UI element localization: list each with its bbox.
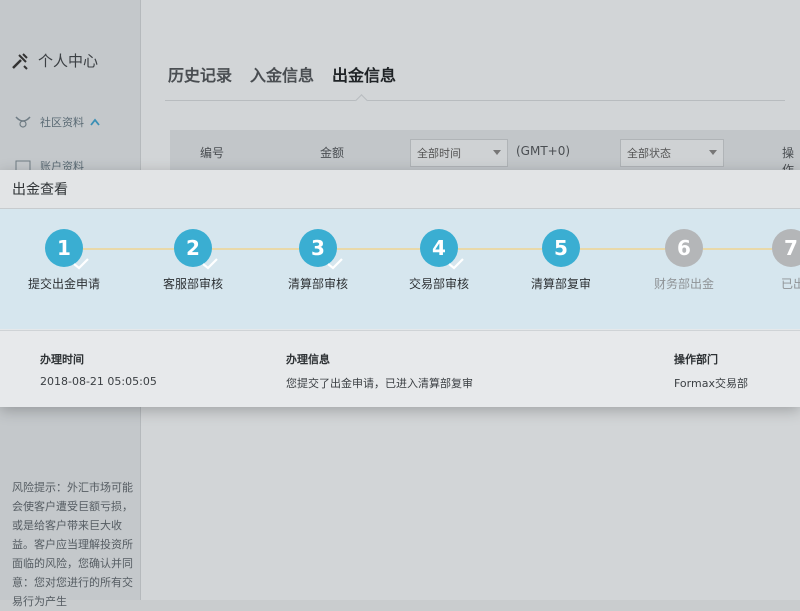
tools-icon <box>12 52 28 70</box>
process-department: 操作部门 Formax交易部 <box>674 351 748 391</box>
tab-history[interactable]: 历史记录 <box>168 62 232 86</box>
sidebar-item-label: 社区资料 <box>40 116 84 129</box>
check-icon <box>327 258 343 270</box>
process-time-value: 2018-08-21 05:05:05 <box>40 375 157 388</box>
step-number: 5 <box>554 236 568 260</box>
modal-title: 出金查看 <box>12 182 68 198</box>
step-label: 清算部复审 <box>530 277 591 291</box>
step-number: 1 <box>57 236 71 260</box>
tab-bar: 历史记录 入金信息 出金信息 <box>168 62 396 86</box>
caret-down-icon <box>709 150 717 155</box>
check-icon <box>73 258 89 270</box>
step-2: 2 客服部审核 <box>138 229 248 292</box>
timezone-label: (GMT+0) <box>516 144 571 158</box>
check-icon <box>448 258 464 270</box>
process-message-header: 办理信息 <box>286 353 330 366</box>
process-time: 办理时间 2018-08-21 05:05:05 <box>40 351 157 388</box>
tab-withdrawal[interactable]: 出金信息 <box>332 62 396 86</box>
table-header: 编号 金额 全部时间 (GMT+0) 全部状态 操作 <box>170 130 800 177</box>
step-label: 提交出金申请 <box>27 277 100 291</box>
step-number: 3 <box>311 236 325 260</box>
column-id: 编号 <box>200 146 225 160</box>
step-4: 4 交易部审核 <box>384 229 494 292</box>
process-department-header: 操作部门 <box>674 353 718 366</box>
step-number: 6 <box>677 236 691 260</box>
check-icon <box>202 258 218 270</box>
time-filter-value: 全部时间 <box>417 147 461 160</box>
step-number: 4 <box>432 236 446 260</box>
sidebar-title[interactable]: 个人中心 <box>10 50 98 71</box>
process-message: 办理信息 您提交了出金申请，已进入清算部复审 <box>286 351 473 391</box>
process-info: 办理时间 2018-08-21 05:05:05 办理信息 您提交了出金申请，已… <box>0 330 800 407</box>
step-1: 1 提交出金申请 <box>9 229 119 292</box>
tab-divider <box>165 100 785 101</box>
step-circle: 1 <box>45 229 89 270</box>
community-icon <box>15 116 31 128</box>
step-5: 5 清算部复审 <box>506 229 616 292</box>
chevron-up-icon <box>90 118 100 126</box>
tab-deposit[interactable]: 入金信息 <box>250 62 314 86</box>
withdrawal-detail-modal: 出金查看 1 提交出金申请 2 客服部审核 3 清算部审核 4 交易部审核 5 … <box>0 170 800 407</box>
process-message-value: 您提交了出金申请，已进入清算部复审 <box>286 377 473 390</box>
step-label: 清算部审核 <box>287 277 348 291</box>
step-3: 3 清算部审核 <box>263 229 373 292</box>
step-label: 已出金 <box>781 277 800 291</box>
step-number: 2 <box>186 236 200 260</box>
modal-header: 出金查看 <box>0 170 800 209</box>
sidebar-item-community[interactable]: 社区资料 <box>14 114 100 130</box>
sidebar-title-label: 个人中心 <box>38 52 99 70</box>
status-filter-value: 全部状态 <box>627 147 671 160</box>
process-department-value: Formax交易部 <box>674 377 748 390</box>
step-label: 客服部审核 <box>162 277 223 291</box>
column-amount: 金额 <box>320 146 345 160</box>
caret-down-icon <box>493 150 501 155</box>
time-filter-select[interactable]: 全部时间 <box>410 139 508 167</box>
step-number: 7 <box>784 236 798 260</box>
step-7: 7 已出金 <box>745 229 800 292</box>
step-label: 财务部出金 <box>653 277 714 291</box>
step-label: 交易部审核 <box>408 277 469 291</box>
step-6: 6 财务部出金 <box>629 229 739 292</box>
step-circle: 2 <box>174 229 218 270</box>
step-circle: 4 <box>420 229 464 270</box>
status-filter-select[interactable]: 全部状态 <box>620 139 724 167</box>
step-circle: 3 <box>299 229 343 270</box>
progress-steps: 1 提交出金申请 2 客服部审核 3 清算部审核 4 交易部审核 5 清算部复审… <box>0 209 800 329</box>
risk-notice: 风险提示：外汇市场可能会使客户遭受巨额亏损，或是给客户带来巨大收益。客户应当理解… <box>12 481 133 608</box>
step-circle: 7 <box>772 229 800 267</box>
step-circle: 5 <box>542 229 580 267</box>
step-circle: 6 <box>665 229 703 267</box>
process-time-header: 办理时间 <box>40 353 84 366</box>
